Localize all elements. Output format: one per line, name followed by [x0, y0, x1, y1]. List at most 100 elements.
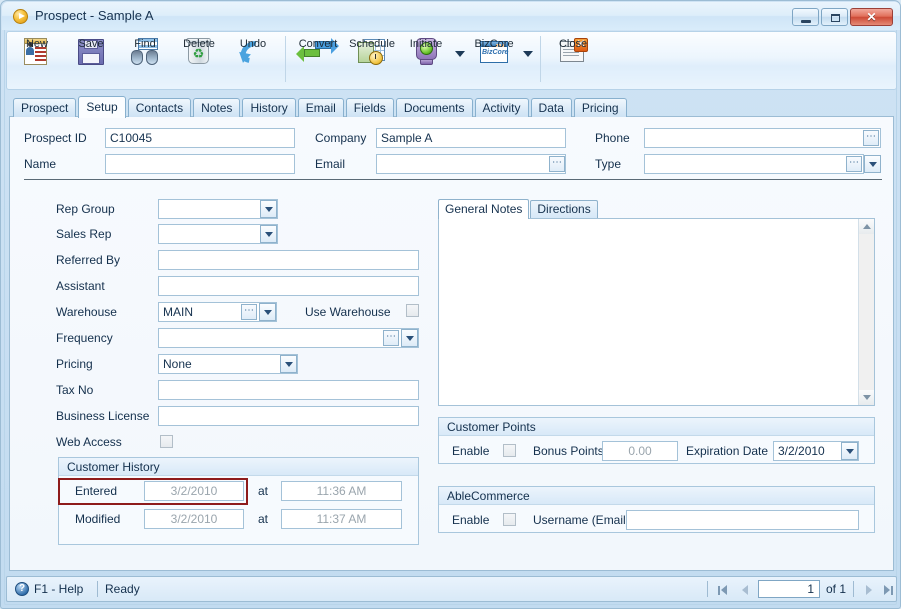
nav-first-button[interactable] — [715, 582, 731, 598]
initiate-dropdown-arrow[interactable] — [453, 32, 467, 87]
sales-rep-dropdown-button[interactable] — [260, 225, 277, 243]
pricing-label: Pricing — [56, 357, 93, 371]
notes-tab-directions[interactable]: Directions — [530, 200, 598, 218]
tab-email[interactable]: Email — [297, 98, 344, 117]
frequency-combo[interactable] — [158, 328, 419, 348]
tab-notes[interactable]: Notes — [193, 98, 241, 117]
notes-tab-general-notes[interactable]: General Notes — [438, 199, 530, 219]
tab-history[interactable]: History — [242, 98, 296, 117]
notes-scroll-up-button[interactable] — [859, 219, 874, 234]
tab-setup[interactable]: Setup — [78, 96, 126, 118]
toolbar-label-schedule: Schedule — [349, 38, 395, 50]
type-label: Type — [595, 157, 622, 171]
email-lookup-button[interactable]: ⋯ — [549, 156, 565, 172]
entered-at-label: at — [258, 484, 269, 498]
tab-pricing[interactable]: Pricing — [573, 98, 627, 117]
rep-group-label: Rep Group — [56, 202, 115, 216]
referred-by-input[interactable] — [158, 250, 419, 270]
bonus-points-field[interactable]: 0.00 — [602, 441, 678, 461]
company-label: Company — [315, 131, 367, 145]
sales-rep-label: Sales Rep — [56, 227, 112, 241]
web-access-label: Web Access — [56, 435, 122, 449]
maximize-button[interactable] — [821, 8, 848, 26]
toolbar-button-convert[interactable]: Convert — [291, 32, 345, 87]
bonus-points-label: Bonus Points — [533, 444, 604, 458]
nav-last-button[interactable] — [881, 582, 897, 598]
nav-next-button[interactable] — [861, 582, 877, 598]
notes-scroll-down-button[interactable] — [859, 390, 874, 405]
business-license-label: Business License — [56, 409, 150, 423]
able-commerce-enable-checkbox[interactable] — [503, 513, 516, 526]
pricing-combo[interactable]: None — [158, 354, 298, 374]
name-label: Name — [24, 157, 57, 171]
tab-fields[interactable]: Fields — [345, 98, 394, 117]
general-notes-textarea[interactable] — [438, 218, 875, 406]
header-separator — [24, 179, 882, 180]
bizcore-dropdown-arrow[interactable] — [521, 32, 535, 87]
status-divider-3 — [853, 581, 854, 597]
customer-history-header: Customer History — [59, 458, 418, 476]
type-dropdown-button[interactable] — [864, 155, 881, 173]
toolbar-button-schedule[interactable]: Schedule — [345, 32, 399, 87]
pricing-dropdown-button[interactable] — [280, 355, 297, 373]
use-warehouse-checkbox[interactable] — [406, 304, 419, 317]
business-license-input[interactable] — [158, 406, 419, 426]
type-lookup-button[interactable]: ⋯ — [846, 156, 862, 172]
toolbar-button-undo[interactable]: Undo — [226, 32, 280, 87]
entered-date-field[interactable]: 3/2/2010 — [144, 481, 244, 501]
web-access-checkbox[interactable] — [160, 435, 173, 448]
toolbar-button-bizcore[interactable]: BizCore BizCore — [467, 32, 521, 87]
phone-lookup-button[interactable]: ⋯ — [863, 130, 879, 146]
help-circle-icon[interactable]: ? — [15, 582, 29, 596]
warehouse-label: Warehouse — [56, 305, 117, 319]
tab-activity[interactable]: Activity — [474, 98, 529, 117]
page-number-input[interactable]: 1 — [758, 580, 820, 598]
assistant-input[interactable] — [158, 276, 419, 296]
tab-contacts[interactable]: Contacts — [127, 98, 192, 117]
frequency-dropdown-button[interactable] — [401, 329, 418, 347]
tab-prospect[interactable]: Prospect — [13, 98, 77, 117]
minimize-button[interactable] — [792, 8, 819, 26]
phone-label: Phone — [595, 131, 630, 145]
nav-prev-button[interactable] — [738, 582, 754, 598]
entered-label: Entered — [75, 484, 118, 498]
close-window-button[interactable]: ✕ — [850, 8, 893, 26]
entered-time-field[interactable]: 11:36 AM — [281, 481, 402, 501]
toolbar-button-save[interactable]: Save — [64, 32, 118, 87]
warehouse-dropdown-button[interactable] — [259, 303, 276, 321]
phone-input[interactable] — [644, 128, 881, 148]
toolbar-label-bizcore: BizCore — [474, 38, 514, 50]
rep-group-dropdown-button[interactable] — [260, 200, 277, 218]
email-label: Email — [315, 157, 346, 171]
notes-vertical-scrollbar[interactable] — [858, 219, 874, 405]
prospect-id-input[interactable]: C10045 — [105, 128, 295, 148]
toolbar-button-close[interactable]: ✕ Close — [546, 32, 600, 87]
modified-time-field[interactable]: 11:37 AM — [281, 509, 402, 529]
toolbar-button-find[interactable]: Find — [118, 32, 172, 87]
able-commerce-enable-label: Enable — [452, 513, 490, 527]
tax-no-input[interactable] — [158, 380, 419, 400]
status-divider-2 — [707, 581, 708, 597]
type-input[interactable] — [644, 154, 864, 174]
toolbar-button-new[interactable]: New — [10, 32, 64, 87]
expiration-date-dropdown-button[interactable] — [841, 442, 858, 460]
frequency-lookup-button[interactable]: ⋯ — [383, 330, 399, 346]
bizcore-badge-text: BizCore — [482, 49, 509, 56]
tab-data[interactable]: Data — [530, 98, 572, 117]
toolbar-button-delete[interactable]: ♻ Delete — [172, 32, 226, 87]
username-email-input[interactable] — [626, 510, 859, 530]
customer-points-enable-label: Enable — [452, 444, 490, 458]
email-input[interactable] — [376, 154, 566, 174]
modified-date-field[interactable]: 3/2/2010 — [144, 509, 244, 529]
customer-points-enable-checkbox[interactable] — [503, 444, 516, 457]
company-input[interactable]: Sample A — [376, 128, 566, 148]
name-input[interactable] — [105, 154, 295, 174]
toolbar-label-save: Save — [78, 38, 104, 50]
tax-no-label: Tax No — [56, 383, 94, 397]
toolbar-button-initiate[interactable]: Initiate — [399, 32, 453, 87]
able-commerce-group: AbleCommerce Enable Username (Email) — [438, 486, 875, 533]
tab-documents[interactable]: Documents — [395, 98, 473, 117]
able-commerce-header: AbleCommerce — [439, 487, 874, 505]
warehouse-lookup-button[interactable]: ⋯ — [241, 304, 257, 320]
customer-points-header: Customer Points — [439, 418, 874, 436]
